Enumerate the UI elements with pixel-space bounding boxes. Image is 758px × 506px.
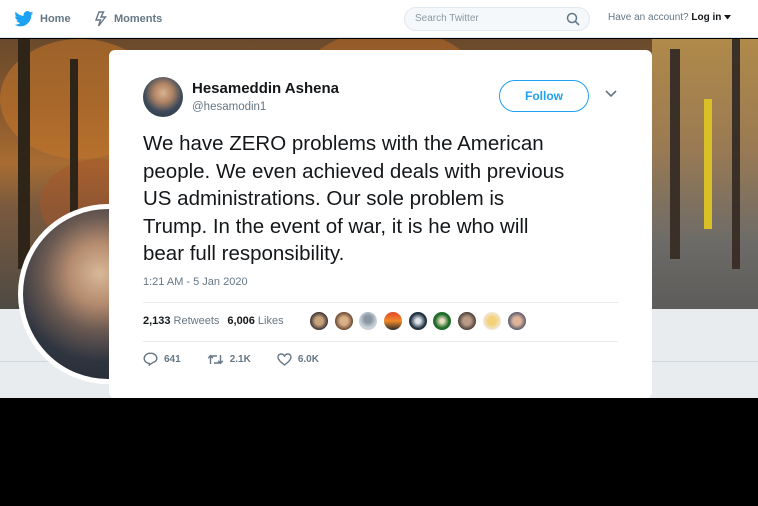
author-name[interactable]: Hesameddin Ashena: [192, 80, 339, 97]
liker-avatar[interactable]: [457, 311, 478, 331]
tweet-timestamp[interactable]: 1:21 AM - 5 Jan 2020: [143, 276, 248, 288]
retweet-button[interactable]: 2.1K: [207, 353, 251, 366]
likes-label[interactable]: Likes: [258, 315, 284, 327]
liker-avatar[interactable]: [383, 311, 404, 331]
liker-avatar[interactable]: [407, 311, 428, 331]
twitter-bird-icon: [14, 11, 34, 27]
liker-avatars: [309, 311, 531, 331]
nav-home-label: Home: [40, 13, 71, 25]
author-handle[interactable]: @hesamodin1: [192, 101, 266, 113]
author-avatar[interactable]: [143, 77, 183, 117]
caret-down-icon: [724, 15, 732, 20]
retweet-count: 2.1K: [229, 353, 251, 365]
search-icon: [566, 12, 580, 26]
search-input[interactable]: Search Twitter: [404, 7, 590, 31]
like-count: 6.0K: [297, 353, 319, 365]
tweet-stats: 2,133 Retweets 6,006 Likes: [143, 315, 284, 327]
like-heart-icon: [277, 352, 292, 366]
profile-header-image-right: [652, 39, 758, 309]
moments-bolt-icon: [94, 11, 107, 27]
nav-moments-label: Moments: [114, 13, 163, 25]
tweet-card: Hesameddin Ashena @hesamodin1 Follow We …: [109, 50, 652, 398]
retweets-count[interactable]: 2,133: [143, 315, 171, 327]
likes-count[interactable]: 6,006: [227, 315, 255, 327]
nav-home[interactable]: Home: [14, 0, 71, 38]
liker-avatar[interactable]: [481, 311, 502, 331]
reply-button[interactable]: 641: [143, 352, 181, 366]
like-button[interactable]: 6.0K: [277, 352, 319, 366]
screenshot-stage: Home Moments Search Twitter Have an acco…: [0, 0, 758, 506]
login-link[interactable]: Log in: [691, 12, 721, 23]
divider: [143, 341, 618, 342]
liker-avatar[interactable]: [358, 311, 379, 331]
reply-icon: [143, 352, 158, 366]
follow-button[interactable]: Follow: [499, 80, 589, 112]
search-placeholder: Search Twitter: [415, 13, 479, 24]
chevron-down-icon[interactable]: [605, 90, 617, 98]
top-navigation-bar: Home Moments Search Twitter Have an acco…: [0, 0, 758, 38]
account-prompt-text: Have an account?: [608, 12, 689, 23]
tweet-text: We have ZERO problems with the American …: [143, 132, 565, 265]
liker-avatar[interactable]: [506, 311, 527, 331]
liker-avatar[interactable]: [333, 311, 354, 331]
nav-moments[interactable]: Moments: [94, 0, 162, 38]
liker-avatar[interactable]: [432, 311, 453, 331]
tweet-actions: 641 2.1K 6.0K: [143, 352, 345, 366]
retweets-label[interactable]: Retweets: [174, 315, 220, 327]
divider: [143, 302, 618, 303]
liker-avatar[interactable]: [309, 311, 329, 331]
retweet-icon: [207, 354, 223, 364]
account-prompt: Have an account? Log in: [608, 12, 732, 23]
reply-count: 641: [164, 353, 181, 365]
letterbox-bar: [0, 398, 758, 506]
